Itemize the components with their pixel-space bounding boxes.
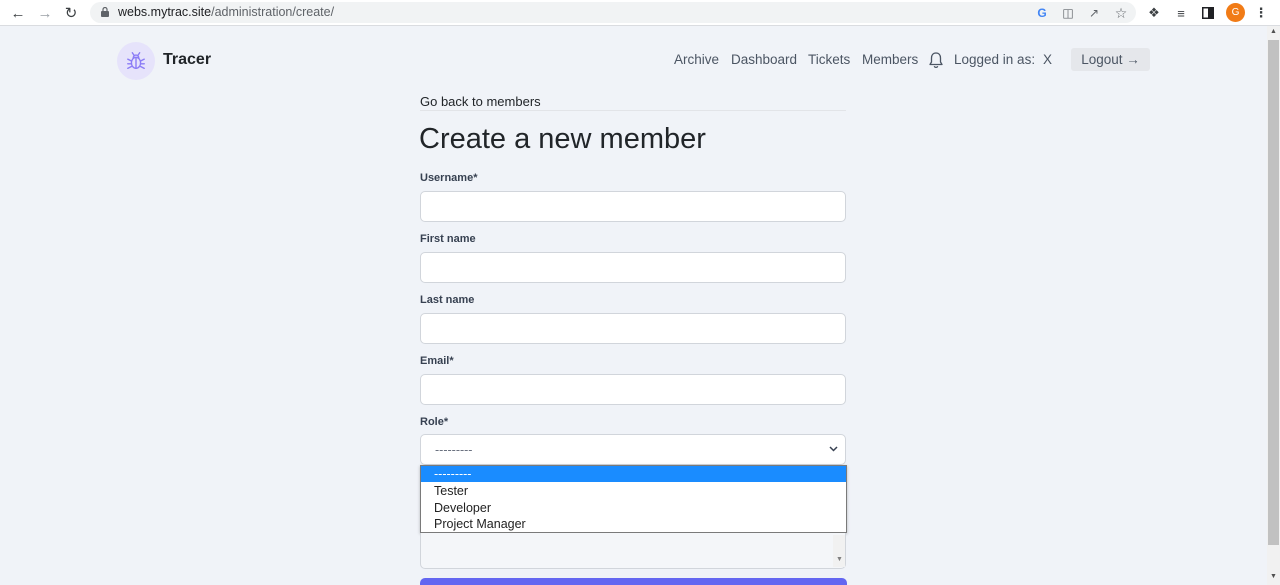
role-select[interactable]: ---------	[420, 434, 846, 465]
submit-button[interactable]	[420, 578, 847, 585]
lock-icon	[101, 7, 109, 17]
scroll-up-icon[interactable]: ▲	[1268, 28, 1279, 38]
address-bar[interactable]: webs.mytrac.site/administration/create/ …	[90, 2, 1136, 23]
last-name-field[interactable]	[420, 313, 846, 344]
nav-link-members[interactable]: Members	[862, 52, 918, 67]
role-select-value: ---------	[435, 443, 473, 457]
url-domain: webs.mytrac.site	[118, 5, 212, 19]
brand-logo[interactable]	[117, 42, 155, 80]
logged-in-label: Logged in as:	[954, 52, 1036, 67]
google-icon[interactable]: G	[1034, 5, 1050, 21]
share-icon[interactable]: ↗	[1086, 5, 1102, 21]
page-title: Create a new member	[419, 123, 706, 155]
bell-icon[interactable]	[928, 51, 944, 69]
brand-name[interactable]: Tracer	[163, 51, 211, 69]
username-label: Username*	[420, 172, 478, 184]
logged-in-username: X	[1043, 52, 1053, 67]
side-panel-icon[interactable]	[1199, 4, 1217, 22]
url-path: /administration/create/	[211, 5, 335, 19]
username-field[interactable]	[420, 191, 846, 222]
scrollbar-thumb[interactable]	[1268, 40, 1279, 545]
role-option-tester[interactable]: Tester	[421, 483, 846, 499]
translate-icon[interactable]: ◫	[1060, 5, 1076, 21]
role-dropdown-list: --------- Tester Developer Project Manag…	[420, 465, 847, 533]
textarea-scroll-down-icon[interactable]: ▼	[836, 556, 843, 563]
role-option-project-manager[interactable]: Project Manager	[421, 516, 846, 532]
extensions-icon[interactable]: ❖	[1145, 4, 1163, 22]
chevron-down-icon	[829, 446, 838, 452]
first-name-field[interactable]	[420, 252, 846, 283]
last-name-label: Last name	[420, 294, 475, 306]
browser-toolbar: ← → ↻ webs.mytrac.site/administration/cr…	[0, 0, 1280, 26]
nav-link-archive[interactable]: Archive	[674, 52, 719, 67]
profile-avatar[interactable]: G	[1226, 3, 1245, 22]
role-option-empty[interactable]: ---------	[421, 466, 846, 482]
menu-icon[interactable]: ⋮	[1252, 4, 1270, 22]
forward-arrow-icon[interactable]: →	[35, 3, 55, 23]
reading-list-icon[interactable]: ≡	[1172, 4, 1190, 22]
role-option-developer[interactable]: Developer	[421, 500, 846, 516]
reload-icon[interactable]: ↻	[61, 3, 81, 23]
divider	[420, 110, 846, 111]
back-to-members-link[interactable]: Go back to members	[420, 94, 541, 109]
nav-link-dashboard[interactable]: Dashboard	[731, 52, 797, 67]
nav-link-tickets[interactable]: Tickets	[808, 52, 850, 67]
email-field[interactable]	[420, 374, 846, 405]
textarea-field[interactable]	[420, 533, 846, 569]
first-name-label: First name	[420, 233, 476, 245]
bug-icon	[127, 52, 145, 70]
email-label: Email*	[420, 355, 454, 367]
logout-button[interactable]: Logout →	[1071, 48, 1150, 71]
star-icon[interactable]: ☆	[1113, 5, 1129, 21]
url-text: webs.mytrac.site/administration/create/	[118, 5, 334, 19]
back-arrow-icon[interactable]: ←	[8, 3, 28, 23]
scroll-down-icon[interactable]: ▼	[1268, 573, 1279, 583]
role-label: Role*	[420, 416, 449, 428]
